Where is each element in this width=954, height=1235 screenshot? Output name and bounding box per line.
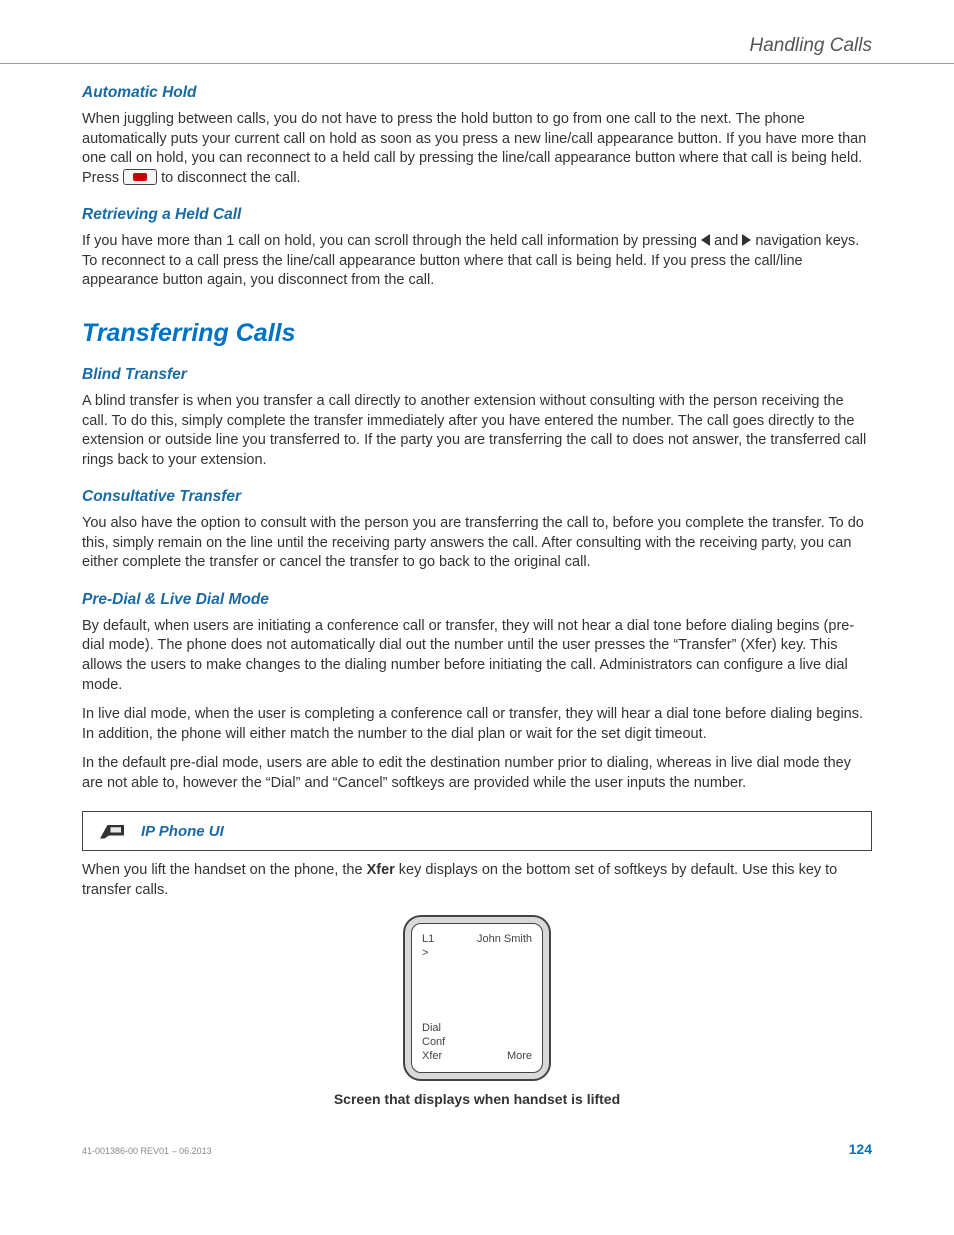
para-predial-2: In live dial mode, when the user is comp… (82, 705, 872, 744)
softkey-xfer: Xfer (422, 1049, 442, 1063)
ip-phone-ui-callout: IP Phone UI (82, 811, 872, 851)
text: to disconnect the call. (161, 170, 300, 186)
softkey-more: More (507, 1049, 532, 1063)
header-divider (0, 63, 954, 64)
heading-predial-livedial: Pre-Dial & Live Dial Mode (82, 591, 872, 609)
screen-line-indicator: L1 (422, 932, 434, 946)
screen-caller-name: John Smith (477, 932, 532, 946)
phone-hardware-icon (97, 820, 127, 842)
hangup-key-icon (123, 169, 157, 185)
footer-page-number: 124 (849, 1141, 872, 1157)
xfer-key-name: Xfer (367, 862, 395, 878)
heading-consultative-transfer: Consultative Transfer (82, 488, 872, 506)
para-blind: A blind transfer is when you transfer a … (82, 392, 872, 470)
softkey-dial: Dial (422, 1021, 532, 1035)
section-title-transferring-calls: Transferring Calls (82, 319, 872, 348)
text: and (714, 233, 742, 249)
phone-screen-caption: Screen that displays when handset is lif… (82, 1091, 872, 1107)
nav-left-icon (701, 234, 710, 246)
para-auto-hold: When juggling between calls, you do not … (82, 110, 872, 188)
para-retrieve: If you have more than 1 call on hold, yo… (82, 232, 872, 291)
text: If you have more than 1 call on hold, yo… (82, 233, 701, 249)
para-predial-3: In the default pre-dial mode, users are … (82, 754, 872, 793)
ip-phone-ui-label: IP Phone UI (141, 823, 224, 840)
softkey-conf: Conf (422, 1035, 532, 1049)
footer-doc-id: 41-001386-00 REV01 – 06.2013 (82, 1146, 212, 1156)
para-xfer-intro: When you lift the handset on the phone, … (82, 861, 872, 900)
phone-screen-illustration: L1 John Smith > Dial Conf Xfer More (403, 915, 551, 1081)
para-consult: You also have the option to consult with… (82, 514, 872, 573)
text: When you lift the handset on the phone, … (82, 862, 367, 878)
page-footer: 41-001386-00 REV01 – 06.2013 124 (82, 1141, 872, 1157)
running-header: Handling Calls (82, 35, 872, 57)
screen-cursor: > (422, 946, 532, 960)
heading-retrieving-held-call: Retrieving a Held Call (82, 206, 872, 224)
heading-automatic-hold: Automatic Hold (82, 84, 872, 102)
heading-blind-transfer: Blind Transfer (82, 366, 872, 384)
para-predial-1: By default, when users are initiating a … (82, 617, 872, 695)
nav-right-icon (742, 234, 751, 246)
